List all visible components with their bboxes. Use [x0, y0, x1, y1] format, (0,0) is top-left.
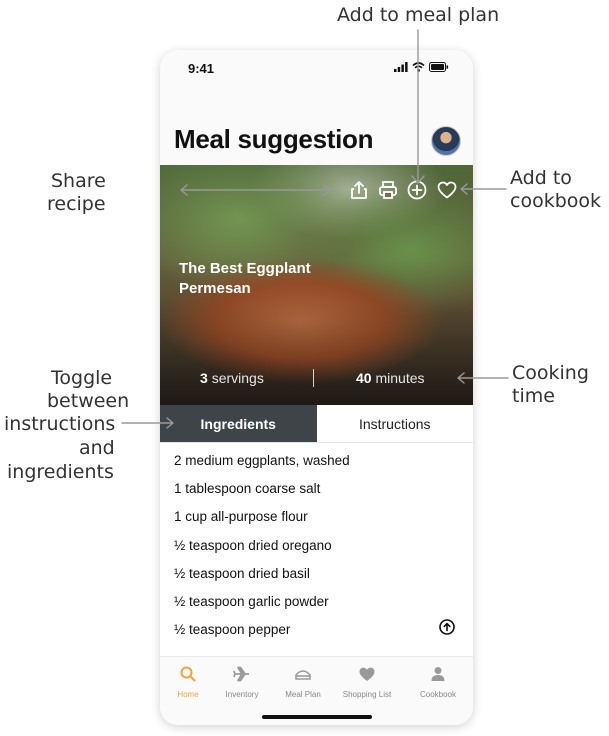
annotation-toggle-line2: between	[47, 390, 130, 412]
annotation-add-to-meal-plan: Add to meal plan	[337, 4, 500, 26]
status-icons	[394, 62, 449, 72]
annotation-cooking-time-line2: time	[512, 385, 555, 407]
plane-icon	[233, 666, 249, 682]
page-title: Meal suggestion	[174, 124, 374, 154]
tabbar-label-meal-plan: Meal Plan	[285, 690, 321, 699]
phone-screen: 9:41 Meal suggestion The Best Eggplant P…	[160, 50, 473, 725]
stat-divider	[313, 369, 314, 387]
avatar[interactable]	[431, 126, 461, 156]
person-icon	[431, 667, 445, 681]
scroll-to-top-icon[interactable]	[439, 619, 455, 635]
share-icon[interactable]	[348, 179, 370, 201]
print-icon[interactable]	[377, 179, 399, 201]
minutes-unit: minutes	[375, 370, 425, 386]
list-item: 1 cup all-purpose flour	[174, 509, 308, 524]
tabbar-label-cookbook: Cookbook	[419, 690, 457, 699]
list-item: 2 medium eggplants, washed	[174, 453, 350, 468]
annotation-toggle-line4: and	[79, 437, 115, 459]
add-to-meal-plan-icon[interactable]	[406, 179, 428, 201]
list-item: 1 tablespoon coarse salt	[174, 481, 321, 496]
tabbar-item-meal-plan[interactable]: Meal Plan	[268, 665, 338, 699]
cooking-time-stat: 40 minutes	[356, 370, 425, 386]
search-icon	[180, 666, 196, 682]
annotation-cooking-time-line1: Cooking	[512, 362, 589, 384]
recipe-title-line1: The Best Eggplant	[179, 260, 311, 277]
tab-ingredients[interactable]: Ingredients	[160, 405, 317, 442]
ingredients-instructions-toggle: Ingredients Instructions	[160, 405, 473, 443]
heart-icon	[359, 667, 375, 681]
status-time: 9:41	[188, 61, 215, 76]
list-item: ½ teaspoon pepper	[174, 622, 291, 637]
servings-value: 3	[200, 370, 208, 386]
ingredients-list: 2 medium eggplants, washed 1 tablespoon …	[160, 443, 473, 656]
recipe-title-line2: Permesan	[179, 280, 251, 297]
list-item: ½ teaspoon dried oregano	[174, 538, 332, 553]
bottom-tab-bar: Home Inventory Meal Plan Shopping List C…	[160, 656, 473, 725]
annotation-add-to-cookbook-line1: Add to	[510, 167, 572, 189]
list-item: ½ teaspoon dried basil	[174, 566, 310, 581]
recipe-hero-image: The Best Eggplant Permesan 3 servings 40…	[160, 165, 473, 405]
home-indicator	[262, 715, 372, 719]
tabbar-item-cookbook[interactable]: Cookbook	[403, 665, 473, 699]
servings-stat: 3 servings	[200, 370, 264, 386]
tabbar-item-shopping-list[interactable]: Shopping List	[332, 665, 402, 699]
signal-icon	[394, 62, 408, 72]
annotation-share-recipe-line2: recipe	[47, 193, 106, 215]
annotation-add-to-cookbook-line2: cookbook	[510, 190, 602, 212]
list-item: ½ teaspoon garlic powder	[174, 594, 329, 609]
tabbar-label-shopping-list: Shopping List	[342, 690, 392, 699]
annotation-toggle-line5: ingredients	[7, 461, 114, 483]
annotation-share-recipe-line1: Share	[51, 170, 106, 192]
heart-cookbook-icon[interactable]	[436, 179, 458, 201]
minutes-value: 40	[356, 370, 372, 386]
meal-plan-icon	[295, 670, 311, 680]
battery-icon	[429, 62, 449, 72]
annotation-toggle-line1: Toggle	[51, 367, 113, 389]
servings-unit: servings	[211, 370, 264, 386]
tab-instructions[interactable]: Instructions	[316, 405, 473, 442]
wifi-icon	[412, 62, 425, 72]
tabbar-item-inventory[interactable]: Inventory	[207, 665, 277, 699]
tabbar-label-inventory: Inventory	[225, 690, 259, 699]
annotation-toggle-line3: instructions	[4, 413, 116, 435]
recipe-title: The Best Eggplant Permesan	[179, 259, 379, 299]
